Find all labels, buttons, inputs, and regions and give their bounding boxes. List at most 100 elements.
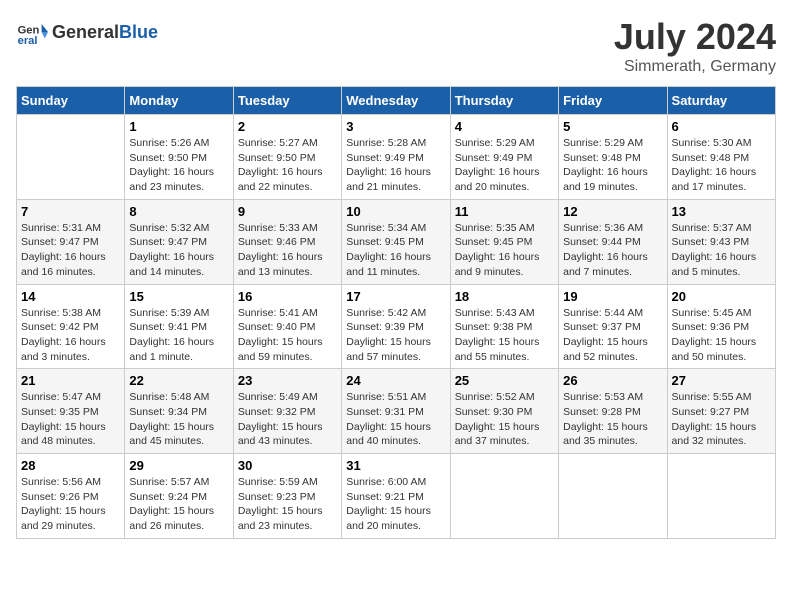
calendar-cell [17,115,125,200]
calendar-cell: 4Sunrise: 5:29 AMSunset: 9:49 PMDaylight… [450,115,558,200]
cell-info: Sunrise: 5:45 AMSunset: 9:36 PMDaylight:… [672,306,771,365]
cell-info: Sunrise: 5:55 AMSunset: 9:27 PMDaylight:… [672,390,771,449]
calendar-cell: 22Sunrise: 5:48 AMSunset: 9:34 PMDayligh… [125,369,233,454]
week-row-1: 1Sunrise: 5:26 AMSunset: 9:50 PMDaylight… [17,115,776,200]
calendar-cell: 31 Sunrise: 6:00 AMSunset: 9:21 PMDayligh… [342,454,450,539]
calendar-cell: 12 Sunrise: 5:36 AMSunset: 9:44 PMDayligh… [559,199,667,284]
day-number: 21 [21,373,120,388]
calendar-cell: 25Sunrise: 5:52 AMSunset: 9:30 PMDayligh… [450,369,558,454]
day-number: 5 [563,119,662,134]
cell-info: Sunrise: 5:48 AMSunset: 9:34 PMDaylight:… [129,390,228,449]
calendar-cell: 16 Sunrise: 5:41 AMSunset: 9:40 PMDayligh… [233,284,341,369]
calendar-cell: 7Sunrise: 5:31 AMSunset: 9:47 PMDaylight… [17,199,125,284]
day-number: 24 [346,373,445,388]
day-number: 29 [129,458,228,473]
calendar-cell: 17 Sunrise: 5:42 AMSunset: 9:39 PMDayligh… [342,284,450,369]
calendar-cell: 18 Sunrise: 5:43 AMSunset: 9:38 PMDayligh… [450,284,558,369]
calendar-cell: 23 Sunrise: 5:49 AMSunset: 9:32 PMDayligh… [233,369,341,454]
title-area: July 2024 Simmerath, Germany [614,16,776,76]
cell-info: Sunrise: 5:49 AMSunset: 9:32 PMDaylight:… [238,390,337,449]
location: Simmerath, Germany [614,58,776,76]
calendar-cell: 14 Sunrise: 5:38 AMSunset: 9:42 PMDayligh… [17,284,125,369]
calendar-cell: 10 Sunrise: 5:34 AMSunset: 9:45 PMDayligh… [342,199,450,284]
cell-info: Sunrise: 5:27 AMSunset: 9:50 PMDaylight:… [238,136,337,195]
cell-info: Sunrise: 5:38 AMSunset: 9:42 PMDaylight:… [21,306,120,365]
cell-info: Sunrise: 5:35 AMSunset: 9:45 PMDaylight:… [455,221,554,280]
calendar-cell: 24 Sunrise: 5:51 AMSunset: 9:31 PMDayligh… [342,369,450,454]
calendar-cell [450,454,558,539]
weekday-header-sunday: Sunday [17,87,125,115]
day-number: 2 [238,119,337,134]
day-number: 10 [346,204,445,219]
day-number: 23 [238,373,337,388]
cell-info: Sunrise: 5:59 AMSunset: 9:23 PMDaylight:… [238,475,337,534]
cell-info: Sunrise: 5:43 AMSunset: 9:38 PMDaylight:… [455,306,554,365]
day-number: 7 [21,204,120,219]
day-number: 12 [563,204,662,219]
logo-text: GeneralBlue [52,22,158,43]
day-number: 13 [672,204,771,219]
page-header: Gen eral GeneralBlue July 2024 Simmerath… [16,16,776,76]
day-number: 28 [21,458,120,473]
day-number: 16 [238,289,337,304]
cell-info: Sunrise: 6:00 AMSunset: 9:21 PMDaylight:… [346,475,445,534]
cell-info: Sunrise: 5:36 AMSunset: 9:44 PMDaylight:… [563,221,662,280]
day-number: 20 [672,289,771,304]
day-number: 15 [129,289,228,304]
day-number: 6 [672,119,771,134]
calendar-cell: 29Sunrise: 5:57 AMSunset: 9:24 PMDayligh… [125,454,233,539]
calendar-cell [559,454,667,539]
calendar-cell: 13 Sunrise: 5:37 AMSunset: 9:43 PMDayligh… [667,199,775,284]
day-number: 8 [129,204,228,219]
cell-info: Sunrise: 5:41 AMSunset: 9:40 PMDaylight:… [238,306,337,365]
week-row-3: 14 Sunrise: 5:38 AMSunset: 9:42 PMDayligh… [17,284,776,369]
cell-info: Sunrise: 5:51 AMSunset: 9:31 PMDaylight:… [346,390,445,449]
calendar-cell: 15 Sunrise: 5:39 AMSunset: 9:41 PMDayligh… [125,284,233,369]
cell-info: Sunrise: 5:34 AMSunset: 9:45 PMDaylight:… [346,221,445,280]
day-number: 11 [455,204,554,219]
day-number: 19 [563,289,662,304]
calendar-cell: 20 Sunrise: 5:45 AMSunset: 9:36 PMDayligh… [667,284,775,369]
calendar-cell: 6 Sunrise: 5:30 AMSunset: 9:48 PMDaylight… [667,115,775,200]
calendar-cell: 11 Sunrise: 5:35 AMSunset: 9:45 PMDayligh… [450,199,558,284]
week-row-2: 7Sunrise: 5:31 AMSunset: 9:47 PMDaylight… [17,199,776,284]
cell-info: Sunrise: 5:32 AMSunset: 9:47 PMDaylight:… [129,221,228,280]
cell-info: Sunrise: 5:29 AMSunset: 9:48 PMDaylight:… [563,136,662,195]
logo-blue: Blue [119,22,158,42]
day-number: 26 [563,373,662,388]
day-number: 17 [346,289,445,304]
day-number: 4 [455,119,554,134]
cell-info: Sunrise: 5:42 AMSunset: 9:39 PMDaylight:… [346,306,445,365]
calendar-cell: 26 Sunrise: 5:53 AMSunset: 9:28 PMDayligh… [559,369,667,454]
calendar-cell [667,454,775,539]
logo-icon: Gen eral [16,16,48,48]
day-number: 14 [21,289,120,304]
day-number: 31 [346,458,445,473]
cell-info: Sunrise: 5:47 AMSunset: 9:35 PMDaylight:… [21,390,120,449]
calendar-cell: 8 Sunrise: 5:32 AMSunset: 9:47 PMDaylight… [125,199,233,284]
weekday-header-friday: Friday [559,87,667,115]
cell-info: Sunrise: 5:39 AMSunset: 9:41 PMDaylight:… [129,306,228,365]
day-number: 9 [238,204,337,219]
cell-info: Sunrise: 5:28 AMSunset: 9:49 PMDaylight:… [346,136,445,195]
calendar-cell: 2 Sunrise: 5:27 AMSunset: 9:50 PMDaylight… [233,115,341,200]
cell-info: Sunrise: 5:26 AMSunset: 9:50 PMDaylight:… [129,136,228,195]
cell-info: Sunrise: 5:53 AMSunset: 9:28 PMDaylight:… [563,390,662,449]
weekday-header-tuesday: Tuesday [233,87,341,115]
svg-text:eral: eral [18,35,38,47]
cell-info: Sunrise: 5:37 AMSunset: 9:43 PMDaylight:… [672,221,771,280]
logo: Gen eral GeneralBlue [16,16,158,48]
month-year: July 2024 [614,16,776,58]
calendar-cell: 3Sunrise: 5:28 AMSunset: 9:49 PMDaylight… [342,115,450,200]
calendar-cell: 30Sunrise: 5:59 AMSunset: 9:23 PMDayligh… [233,454,341,539]
calendar-cell: 28Sunrise: 5:56 AMSunset: 9:26 PMDayligh… [17,454,125,539]
day-number: 27 [672,373,771,388]
week-row-5: 28Sunrise: 5:56 AMSunset: 9:26 PMDayligh… [17,454,776,539]
calendar-cell: 1Sunrise: 5:26 AMSunset: 9:50 PMDaylight… [125,115,233,200]
logo-general: General [52,22,119,42]
cell-info: Sunrise: 5:30 AMSunset: 9:48 PMDaylight:… [672,136,771,195]
calendar-table: SundayMondayTuesdayWednesdayThursdayFrid… [16,86,776,539]
cell-info: Sunrise: 5:33 AMSunset: 9:46 PMDaylight:… [238,221,337,280]
weekday-header-thursday: Thursday [450,87,558,115]
day-number: 18 [455,289,554,304]
